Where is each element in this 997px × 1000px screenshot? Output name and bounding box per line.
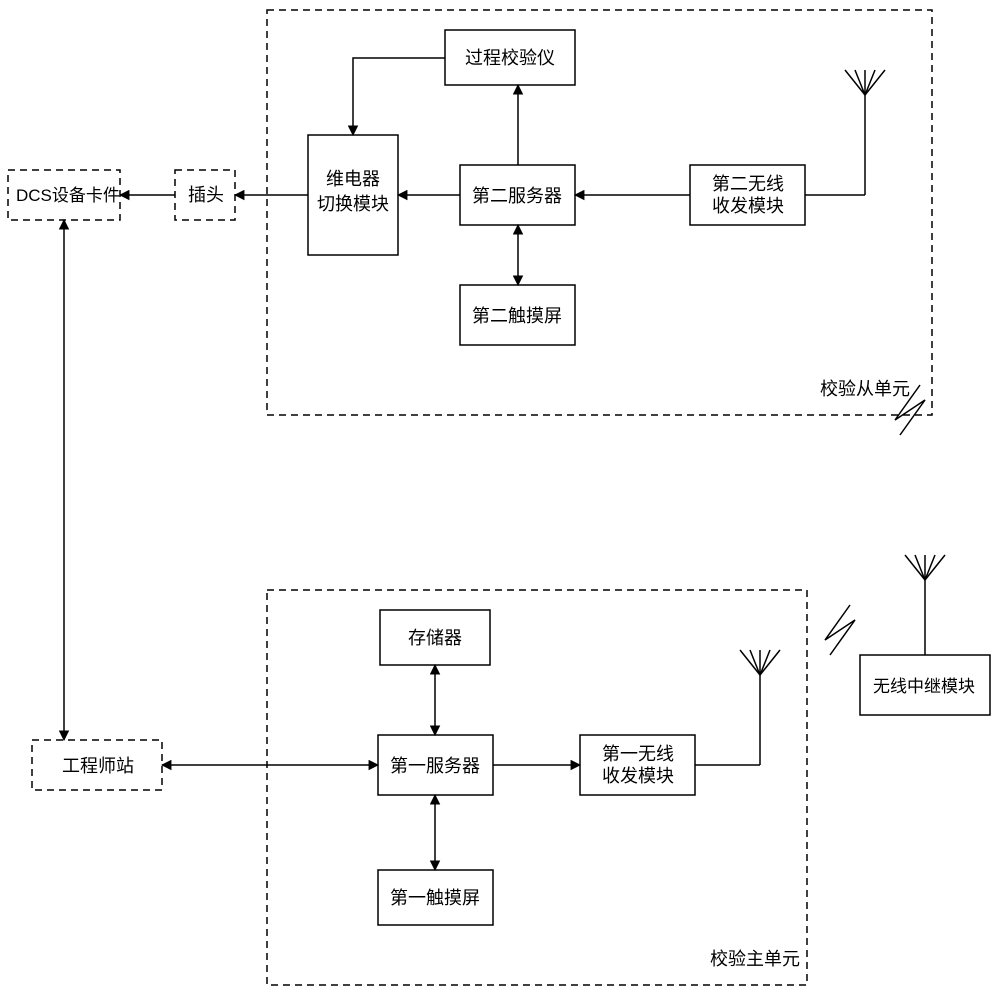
dcs-card-label: DCS设备卡件 bbox=[16, 186, 120, 205]
wireless2-l2: 收发模块 bbox=[712, 196, 784, 216]
touch1-label: 第一触摸屏 bbox=[390, 888, 480, 908]
wireless-relay-label: 无线中继模块 bbox=[873, 677, 975, 696]
engineer-station-label: 工程师站 bbox=[62, 756, 134, 776]
antenna-icon bbox=[805, 70, 885, 195]
antenna-icon bbox=[695, 650, 780, 765]
wireless2-l1: 第二无线 bbox=[712, 174, 784, 194]
slave-unit-label: 校验从单元 bbox=[820, 379, 910, 399]
master-unit-group bbox=[267, 590, 807, 985]
antenna-icon bbox=[905, 555, 945, 655]
plug-label: 插头 bbox=[188, 185, 224, 205]
relay-switch-l1: 维电器 bbox=[326, 169, 380, 189]
wireless1-l2: 收发模块 bbox=[602, 766, 674, 786]
process-calibrator-label: 过程校验仪 bbox=[465, 48, 555, 68]
signal-icon bbox=[825, 605, 855, 655]
server2-label: 第二服务器 bbox=[472, 186, 562, 206]
arrow-calib-to-relay bbox=[353, 58, 445, 135]
master-unit-label: 校验主单元 bbox=[710, 949, 800, 969]
relay-switch-l2: 切换模块 bbox=[317, 194, 389, 214]
touch2-label: 第二触摸屏 bbox=[472, 306, 562, 326]
server1-label: 第一服务器 bbox=[390, 756, 480, 776]
wireless1-l1: 第一无线 bbox=[602, 744, 674, 764]
memory-label: 存储器 bbox=[408, 628, 462, 648]
